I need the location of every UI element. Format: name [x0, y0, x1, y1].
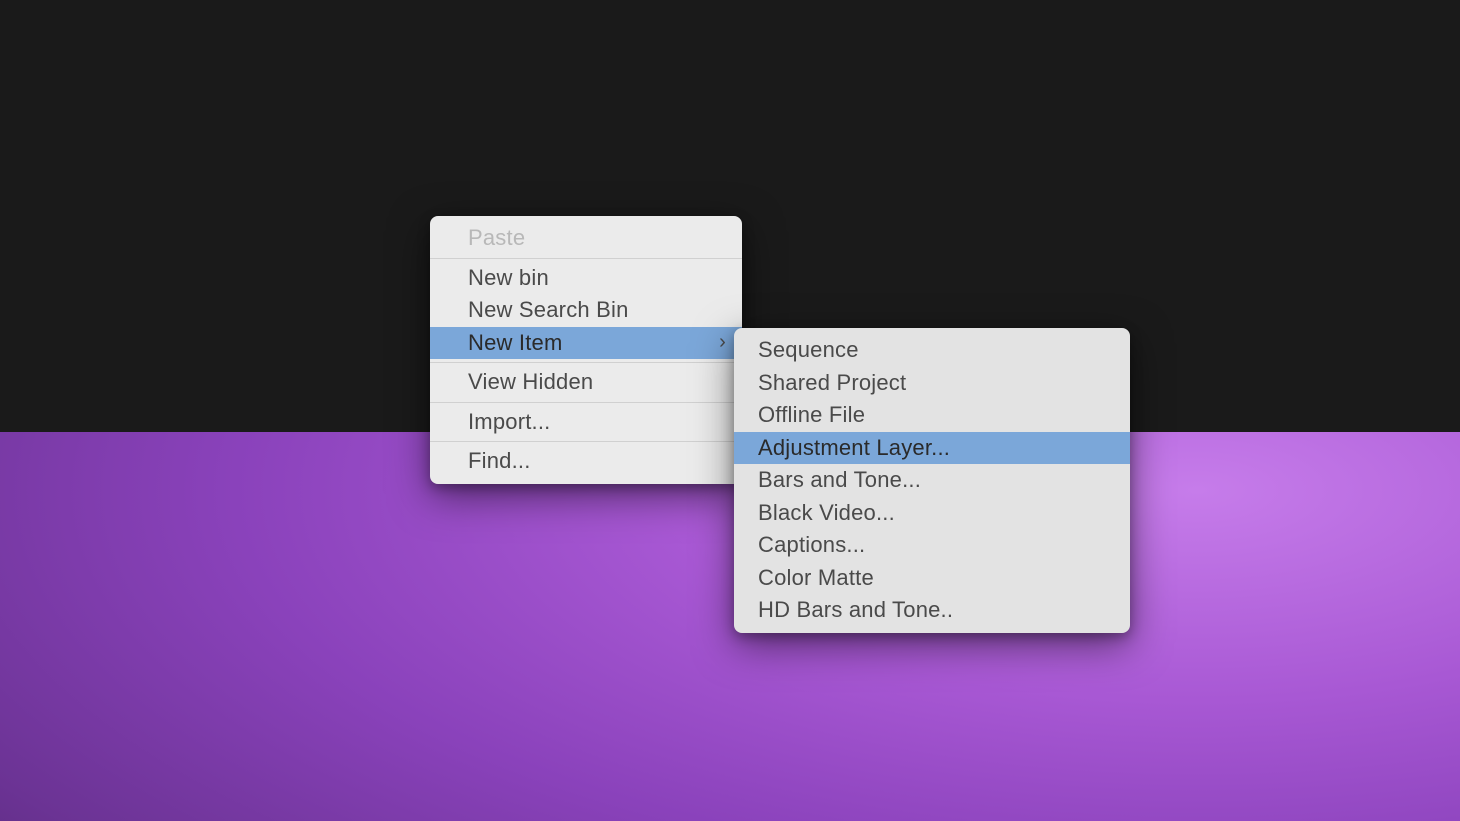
menu-item-label: Import...	[468, 409, 551, 435]
menu-item-label: HD Bars and Tone..	[758, 597, 953, 623]
menu-item-label: Black Video...	[758, 500, 895, 526]
menu-item-label: Shared Project	[758, 370, 906, 396]
context-menu-primary: Paste New bin New Search Bin New Item › …	[430, 216, 742, 484]
menu-item-captions[interactable]: Captions...	[734, 529, 1130, 562]
menu-item-label: New Search Bin	[468, 297, 629, 323]
menu-item-label: Find...	[468, 448, 531, 474]
menu-item-color-matte[interactable]: Color Matte	[734, 562, 1130, 595]
menu-separator	[430, 402, 742, 403]
context-menu-secondary: Sequence Shared Project Offline File Adj…	[734, 328, 1130, 633]
menu-item-label: New Item	[468, 330, 563, 356]
menu-item-hd-bars-and-tone[interactable]: HD Bars and Tone..	[734, 594, 1130, 627]
menu-item-label: Bars and Tone...	[758, 467, 921, 493]
menu-item-shared-project[interactable]: Shared Project	[734, 367, 1130, 400]
menu-item-label: View Hidden	[468, 369, 593, 395]
chevron-right-icon: ›	[719, 331, 726, 354]
menu-separator	[430, 258, 742, 259]
menu-item-label: Color Matte	[758, 565, 874, 591]
menu-item-new-item[interactable]: New Item ›	[430, 327, 742, 360]
menu-item-adjustment-layer[interactable]: Adjustment Layer...	[734, 432, 1130, 465]
menu-item-paste: Paste	[430, 222, 742, 255]
menu-item-label: Offline File	[758, 402, 865, 428]
menu-item-label: Sequence	[758, 337, 859, 363]
menu-item-sequence[interactable]: Sequence	[734, 334, 1130, 367]
menu-item-view-hidden[interactable]: View Hidden	[430, 366, 742, 399]
menu-item-offline-file[interactable]: Offline File	[734, 399, 1130, 432]
menu-item-new-bin[interactable]: New bin	[430, 262, 742, 295]
menu-separator	[430, 441, 742, 442]
menu-item-new-search-bin[interactable]: New Search Bin	[430, 294, 742, 327]
menu-item-bars-and-tone[interactable]: Bars and Tone...	[734, 464, 1130, 497]
menu-item-label: New bin	[468, 265, 549, 291]
menu-item-label: Captions...	[758, 532, 865, 558]
menu-item-label: Adjustment Layer...	[758, 435, 950, 461]
menu-item-find[interactable]: Find...	[430, 445, 742, 478]
menu-separator	[430, 362, 742, 363]
menu-item-import[interactable]: Import...	[430, 406, 742, 439]
menu-item-black-video[interactable]: Black Video...	[734, 497, 1130, 530]
background-bottom	[0, 432, 1460, 821]
menu-item-label: Paste	[468, 225, 525, 251]
